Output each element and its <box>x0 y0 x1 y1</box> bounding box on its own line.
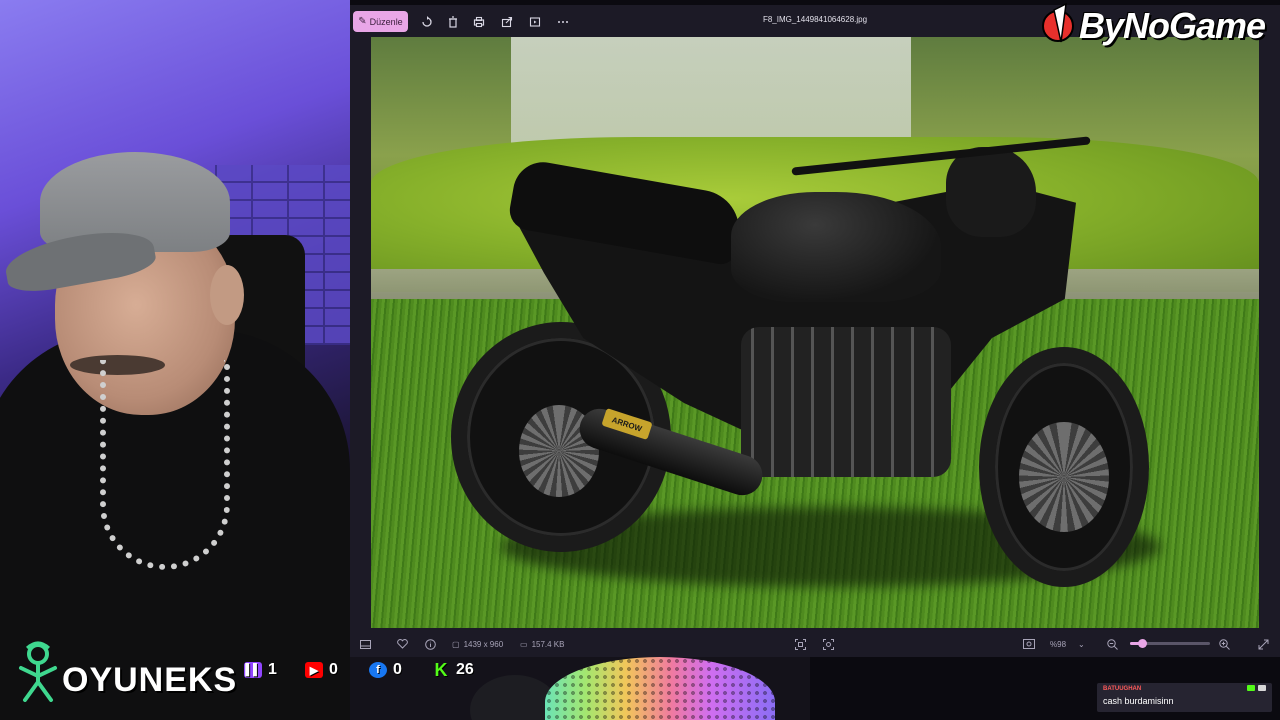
fit-screen-icon[interactable] <box>795 637 806 651</box>
edit-button[interactable]: ✎ Düzenle <box>353 11 408 32</box>
crop-focus-icon[interactable] <box>823 637 834 651</box>
actual-size-icon[interactable] <box>1023 637 1035 651</box>
twitch-icon: ▌▌ <box>244 662 262 678</box>
streamer-ear <box>210 265 244 325</box>
delete-icon[interactable] <box>442 11 464 32</box>
chevron-down-icon: ⌄ <box>1078 639 1085 649</box>
edit-button-label: Düzenle <box>369 16 403 27</box>
more-options-icon[interactable] <box>552 11 574 32</box>
print-icon[interactable] <box>468 11 490 32</box>
chat-message: BATUUGHAN cash burdamisinn <box>1097 683 1272 712</box>
channel-overlay: OYUNEKS ▌▌ 1 ▶ 0 f 0 K 26 <box>0 640 530 710</box>
youtube-viewer-count: ▶ 0 <box>305 659 338 681</box>
file-size-value: 157.4 KB <box>531 639 565 649</box>
zoom-value: %98 <box>1050 639 1067 649</box>
zoom-slider[interactable] <box>1130 639 1210 648</box>
chat-message-text: cash burdamisinn <box>1103 696 1174 706</box>
oyuneks-mascot-icon <box>19 641 57 702</box>
kick-icon: K <box>434 659 448 680</box>
facebook-viewer-count: f 0 <box>369 659 402 681</box>
facebook-icon: f <box>369 662 387 678</box>
stream-layout: ✎ Düzenle F8_IMG_1449841064628.jpg ARROW… <box>0 0 1280 720</box>
streamer-chain-necklace <box>100 360 230 570</box>
twitch-viewer-count: ▌▌ 1 <box>244 659 277 681</box>
slideshow-icon[interactable] <box>524 11 546 32</box>
zoom-out-icon[interactable] <box>1107 637 1118 651</box>
share-icon[interactable] <box>496 11 518 32</box>
webcam-feed <box>0 0 350 720</box>
zoom-dropdown[interactable]: %98 ⌄ <box>1050 637 1085 651</box>
motorcycle-tank <box>731 192 941 302</box>
motorcycle-photo: ARROW <box>371 37 1259 628</box>
kick-viewer-count: K 26 <box>432 659 474 681</box>
sponsor-logo: ByNoGame <box>1035 0 1280 60</box>
bynogame-logo-icon <box>1042 2 1074 43</box>
kick-count: 26 <box>456 661 474 678</box>
edit-icon: ✎ <box>358 16 367 27</box>
file-name-title: F8_IMG_1449841064628.jpg <box>762 15 868 24</box>
rgb-led-lamp <box>545 657 775 720</box>
motorcycle-headlight <box>946 147 1036 237</box>
zoom-slider-thumb[interactable] <box>1138 639 1147 648</box>
facebook-count: 0 <box>393 661 402 678</box>
zoom-in-icon[interactable] <box>1219 637 1230 651</box>
chat-username: BATUUGHAN <box>1103 686 1142 692</box>
channel-name: OYUNEKS <box>62 661 238 699</box>
motorcycle-engine <box>741 327 951 477</box>
expand-icon[interactable] <box>1258 637 1269 651</box>
chat-badges <box>1247 685 1266 691</box>
twitch-count: 1 <box>268 661 277 678</box>
kick-badge-icon <box>1247 685 1255 691</box>
photo-viewer-window: ✎ Düzenle F8_IMG_1449841064628.jpg ARROW… <box>350 5 1280 657</box>
youtube-icon: ▶ <box>305 662 323 678</box>
subscriber-badge-icon <box>1258 685 1266 691</box>
youtube-count: 0 <box>329 661 338 678</box>
front-brake-disc <box>1019 422 1109 532</box>
sponsor-name: ByNoGame <box>1079 5 1266 46</box>
rotate-icon[interactable] <box>416 11 438 32</box>
